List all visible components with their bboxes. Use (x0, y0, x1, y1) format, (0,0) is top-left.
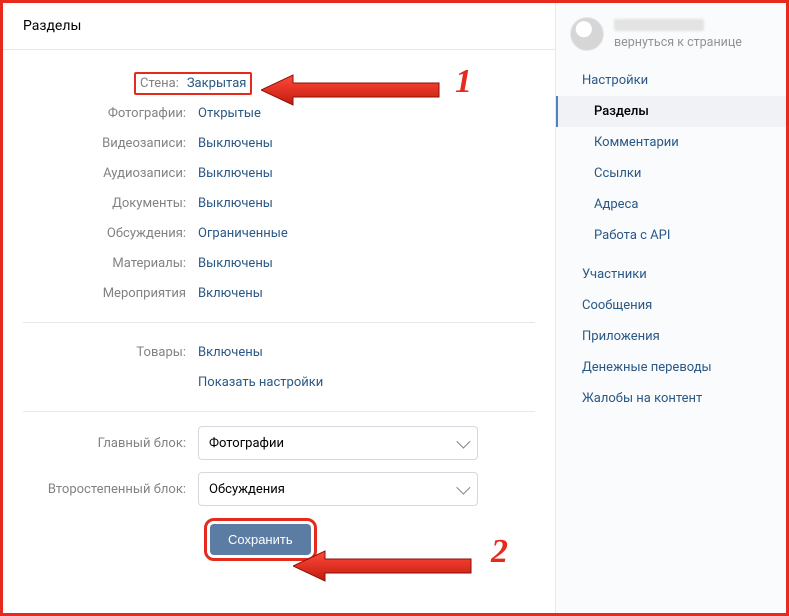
app-frame: Разделы Стена: Закрытая Фотографии: Откр… (0, 0, 789, 616)
main-block-row: Главный блок: Фотографии (23, 426, 535, 460)
section-label: Аудиозаписи: (23, 166, 198, 181)
secondary-block-select[interactable]: Обсуждения (198, 472, 478, 506)
section-label: Обсуждения: (23, 226, 198, 241)
section-value-discuss[interactable]: Ограниченные (198, 226, 288, 241)
select-label: Главный блок: (23, 436, 198, 451)
sidebar-item-addresses[interactable]: Адреса (556, 189, 786, 220)
section-value-goods[interactable]: Включены (198, 345, 263, 360)
section-label: Мероприятия (23, 286, 198, 301)
sidebar-item-comments[interactable]: Комментарии (556, 127, 786, 158)
sidebar-item-apps[interactable]: Приложения (556, 321, 786, 352)
profile-name-hidden (614, 19, 704, 31)
goods-settings-row: Показать настройки (23, 367, 535, 397)
avatar[interactable] (570, 17, 604, 51)
section-value-photos[interactable]: Открытые (198, 106, 261, 121)
select-label: Второстепенный блок: (23, 482, 198, 497)
highlight-wall: Стена: Закрытая (134, 72, 252, 95)
section-value-wall[interactable]: Закрытая (187, 76, 247, 91)
chevron-down-icon (456, 481, 470, 495)
section-label: Фотографии: (23, 106, 198, 121)
section-row-materials: Материалы: Выключены (23, 248, 535, 278)
section-value-docs[interactable]: Выключены (198, 196, 273, 211)
section-row-photos: Фотографии: Открытые (23, 98, 535, 128)
section-label: Видеозаписи: (23, 136, 198, 151)
section-value-materials[interactable]: Выключены (198, 256, 273, 271)
separator (23, 411, 535, 412)
section-row-docs: Документы: Выключены (23, 188, 535, 218)
sidebar-item-sections[interactable]: Разделы (556, 96, 786, 127)
sidebar-item-complaints[interactable]: Жалобы на контент (556, 383, 786, 414)
goods-show-settings-link[interactable]: Показать настройки (198, 375, 323, 390)
section-label: Товары: (23, 345, 198, 360)
select-value: Обсуждения (209, 482, 285, 497)
section-value-videos[interactable]: Выключены (198, 136, 273, 151)
section-value-audio[interactable]: Выключены (198, 166, 273, 181)
page-title: Разделы (3, 3, 555, 50)
section-row-wall: Стена: Закрытая (23, 68, 535, 98)
section-row-events: Мероприятия Включены (23, 278, 535, 308)
chevron-down-icon (456, 435, 470, 449)
section-value-events[interactable]: Включены (198, 286, 263, 301)
section-label: Стена: (140, 76, 187, 91)
sidebar-item-messages[interactable]: Сообщения (556, 290, 786, 321)
sidebar-item-links[interactable]: Ссылки (556, 158, 786, 189)
sidebar: вернуться к странице Настройки Разделы К… (556, 3, 786, 613)
sidebar-item-transfers[interactable]: Денежные переводы (556, 352, 786, 383)
profile-text: вернуться к странице (614, 19, 742, 50)
section-label: Материалы: (23, 256, 198, 271)
separator (23, 322, 535, 323)
section-row-goods: Товары: Включены (23, 337, 535, 367)
sidebar-item-settings[interactable]: Настройки (556, 65, 786, 96)
sidebar-menu: Настройки Разделы Комментарии Ссылки Адр… (556, 65, 786, 414)
section-row-audio: Аудиозаписи: Выключены (23, 158, 535, 188)
menu-spacer (556, 251, 786, 259)
section-row-discuss: Обсуждения: Ограниченные (23, 218, 535, 248)
save-wrap: Сохранить (23, 524, 535, 555)
secondary-block-row: Второстепенный блок: Обсуждения (23, 472, 535, 506)
back-to-page-link[interactable]: вернуться к странице (614, 35, 742, 50)
main-block-select[interactable]: Фотографии (198, 426, 478, 460)
select-value: Фотографии (209, 436, 284, 451)
sidebar-item-members[interactable]: Участники (556, 259, 786, 290)
settings-area: Стена: Закрытая Фотографии: Открытые Вид… (3, 50, 555, 575)
section-label: Документы: (23, 196, 198, 211)
save-button[interactable]: Сохранить (210, 524, 311, 555)
sidebar-item-api[interactable]: Работа с API (556, 220, 786, 251)
profile-block: вернуться к странице (556, 17, 786, 65)
section-row-videos: Видеозаписи: Выключены (23, 128, 535, 158)
main-column: Разделы Стена: Закрытая Фотографии: Откр… (3, 3, 556, 613)
